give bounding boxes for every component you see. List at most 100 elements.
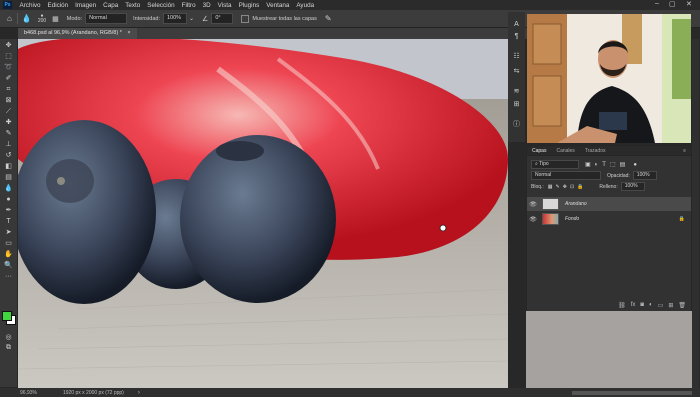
pen-icon[interactable]: ✒ — [3, 206, 14, 215]
chevron-down-icon[interactable]: ⌄ — [189, 15, 194, 22]
filter-toggle-icon[interactable]: ● — [633, 162, 637, 168]
lock-icon[interactable]: 🔒 — [577, 184, 583, 190]
angle-field[interactable]: 0° — [211, 13, 234, 24]
quick-mask-icon[interactable]: ◎ — [3, 333, 14, 342]
quick-select-icon[interactable]: ✐ — [3, 74, 14, 83]
eye-icon[interactable]: 👁 — [527, 216, 539, 223]
eraser-icon[interactable]: ◧ — [3, 162, 14, 171]
document-canvas[interactable] — [18, 39, 508, 388]
link-layers-icon[interactable]: ⛓ — [618, 302, 626, 309]
menu-plugins[interactable]: Plugins — [235, 2, 263, 9]
blend-mode-select[interactable]: Normal — [531, 171, 601, 180]
dodge-icon[interactable]: ● — [3, 195, 14, 204]
menu-vista[interactable]: Vista — [214, 2, 235, 9]
marquee-icon[interactable]: ⬚ — [3, 52, 14, 61]
clone-stamp-icon[interactable]: ⊥ — [3, 140, 14, 149]
lasso-icon[interactable]: ➰ — [3, 63, 14, 72]
swatches-icon[interactable]: ≋ — [511, 87, 522, 96]
lock-paint-icon[interactable]: ✎ — [556, 184, 560, 190]
menu-seleccion[interactable]: Selección — [144, 2, 178, 9]
filter-adjustment-icon[interactable]: ◐ — [595, 162, 599, 168]
sample-all-checkbox[interactable] — [241, 14, 250, 23]
webcam-overlay — [527, 14, 691, 143]
close-window-icon[interactable]: ✕ — [686, 0, 692, 8]
layer-name: Fondo — [565, 216, 580, 222]
new-group-icon[interactable]: ▭ — [658, 302, 664, 309]
path-select-icon[interactable]: ➤ — [3, 228, 14, 237]
hand-icon[interactable]: ✋ — [3, 250, 14, 259]
maximize-icon[interactable]: ▢ — [669, 0, 676, 8]
move-icon[interactable]: ✥ — [3, 41, 14, 50]
blur-tool-icon[interactable]: 💧 — [22, 14, 32, 23]
type-icon[interactable]: T — [3, 217, 14, 226]
layer-filter-row: ⌕ Tipo ▣ ◐ T ⬚ ▤ ● — [527, 159, 691, 170]
delete-layer-icon[interactable]: 🗑 — [678, 302, 686, 309]
lock-move-icon[interactable]: ✥ — [563, 184, 567, 190]
menu-ayuda[interactable]: Ayuda — [293, 2, 318, 9]
layer-row-arandano[interactable]: 👁 Arandano — [527, 197, 691, 211]
adjustment-layer-icon[interactable]: ◐ — [649, 302, 653, 308]
filter-type-icon[interactable]: T — [602, 162, 606, 168]
character-icon[interactable]: A — [511, 20, 522, 29]
lock-artboard-icon[interactable]: ⊡ — [570, 184, 574, 190]
add-mask-icon[interactable]: ◙ — [640, 302, 644, 308]
zoom-level[interactable]: 96,93% — [20, 390, 37, 396]
tab-trazados[interactable]: Trazados — [580, 148, 611, 154]
libraries-icon[interactable]: ⇆ — [511, 67, 522, 76]
history-brush-icon[interactable]: ↺ — [3, 151, 14, 160]
menu-edicion[interactable]: Edición — [44, 2, 72, 9]
properties-icon[interactable]: ⊞ — [511, 100, 522, 109]
spot-healing-icon[interactable]: ✚ — [3, 118, 14, 127]
brush-settings-icon[interactable]: ▦ — [52, 15, 59, 23]
menu-imagen[interactable]: Imagen — [72, 2, 100, 9]
close-tab-icon[interactable]: × — [127, 30, 130, 36]
fill-field[interactable]: 100% — [620, 182, 645, 191]
menu-texto[interactable]: Texto — [122, 2, 144, 9]
gradient-icon[interactable]: ▤ — [3, 173, 14, 182]
intensity-field[interactable]: 100% — [163, 13, 187, 24]
new-layer-icon[interactable]: ⊞ — [668, 302, 673, 309]
menu-capa[interactable]: Capa — [100, 2, 122, 9]
tab-capas[interactable]: Capas — [527, 148, 551, 154]
opacity-field[interactable]: 100% — [632, 171, 657, 180]
mode-label: Modo: — [66, 15, 83, 22]
brush-icon[interactable]: ✎ — [3, 129, 14, 138]
filter-pixel-icon[interactable]: ▣ — [585, 161, 591, 168]
layers-panel-tabs: Capas Canales Trazados ≡ — [527, 146, 691, 156]
adjustments-icon[interactable]: ☷ — [511, 52, 522, 61]
tab-canales[interactable]: Canales — [551, 148, 579, 154]
pressure-icon[interactable]: ✎ — [325, 14, 332, 23]
menu-filtro[interactable]: Filtro — [178, 2, 199, 9]
info-icon[interactable]: ⓘ — [511, 120, 522, 129]
foreground-color-swatch[interactable] — [2, 311, 12, 321]
lock-pixels-icon[interactable]: ▦ — [548, 184, 553, 190]
blur-icon[interactable]: 💧 — [3, 184, 14, 193]
eye-icon[interactable]: 👁 — [527, 201, 539, 208]
mode-select[interactable]: Normal — [85, 13, 128, 24]
frame-icon[interactable]: ⊠ — [3, 96, 14, 105]
menu-ventana[interactable]: Ventana — [263, 2, 293, 9]
rectangle-icon[interactable]: ▭ — [3, 239, 14, 248]
layer-filter-select[interactable]: ⌕ Tipo — [531, 160, 579, 169]
layer-row-fondo[interactable]: 👁 Fondo 🔒 — [527, 212, 691, 226]
filter-smart-icon[interactable]: ▤ — [620, 161, 626, 168]
crop-icon[interactable]: ⌗ — [3, 85, 14, 94]
menu-archivo[interactable]: Archivo — [16, 2, 44, 9]
layer-style-icon[interactable]: fx — [631, 302, 636, 308]
brush-preset-picker[interactable]: ● 200 — [38, 13, 46, 24]
vertical-scrollbar[interactable] — [692, 39, 699, 388]
document-tab[interactable]: b468.psd al 96,9% (Arandano, RGB/8) * × — [18, 28, 137, 39]
chevron-right-icon[interactable]: › — [138, 390, 140, 396]
eyedropper-icon[interactable]: ⟋ — [3, 107, 14, 116]
horizontal-scrollbar[interactable] — [572, 390, 692, 395]
minimize-icon[interactable]: – — [655, 0, 659, 7]
zoom-icon[interactable]: 🔍 — [3, 261, 14, 270]
screen-mode-icon[interactable]: ⧉ — [3, 343, 14, 352]
photoshop-logo: Ps — [3, 1, 12, 9]
panel-menu-icon[interactable]: ≡ — [678, 148, 691, 154]
more-tools-icon[interactable]: ··· — [3, 272, 14, 281]
home-icon[interactable]: ⌂ — [7, 14, 12, 23]
menu-3d[interactable]: 3D — [199, 2, 214, 9]
filter-shape-icon[interactable]: ⬚ — [610, 161, 616, 168]
paragraph-icon[interactable]: ¶ — [511, 32, 522, 41]
